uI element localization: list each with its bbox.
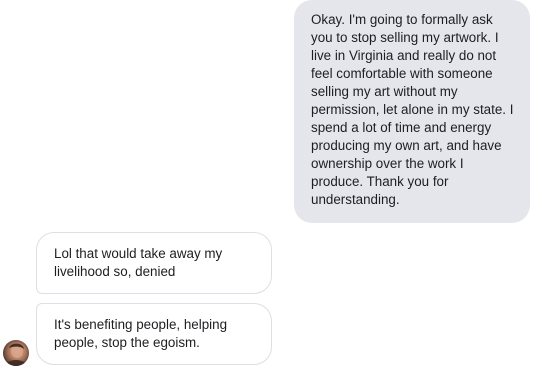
sender-avatar[interactable] <box>3 340 29 366</box>
sent-message-bubble[interactable]: Okay. I'm going to formally ask you to s… <box>294 0 530 223</box>
received-message-bubble[interactable]: Lol that would take away my livelihood s… <box>36 232 272 294</box>
message-thread: Okay. I'm going to formally ask you to s… <box>0 0 542 384</box>
avatar-photo-icon <box>5 343 27 366</box>
received-message-bubble[interactable]: It's benefiting people, helping people, … <box>36 303 272 365</box>
